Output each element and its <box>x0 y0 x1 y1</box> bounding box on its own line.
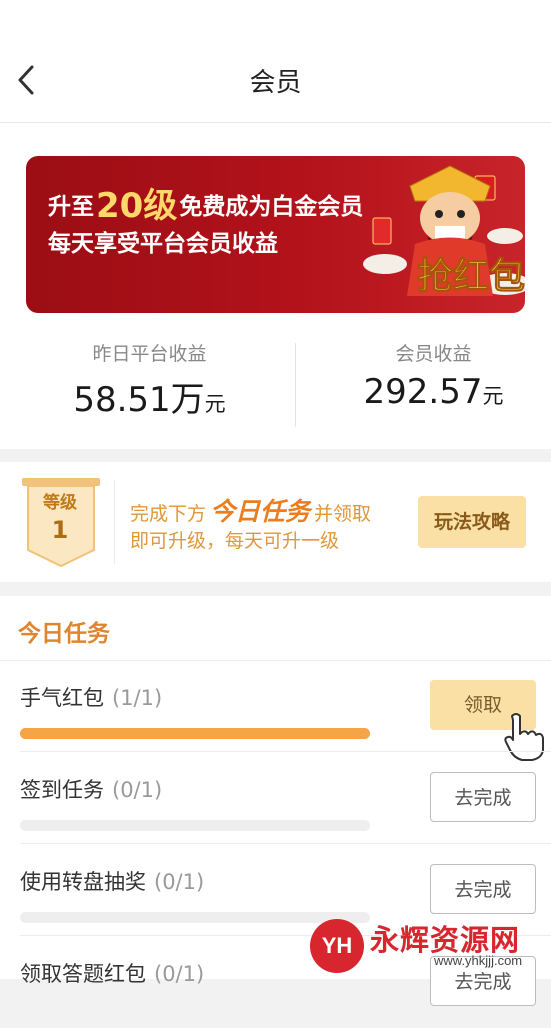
level-card: 等级 1 完成下方 今日任务 并领取 即可升级，每天可升一级 玩法攻略 <box>0 462 551 582</box>
task-count: (0/1) <box>154 870 205 894</box>
watermark-logo: YH <box>310 919 364 973</box>
member-earnings: 会员收益 292.57元 <box>296 339 551 412</box>
task-title: 领取答题红包 <box>20 962 146 986</box>
banner-line1: 升至20级免费成为白金会员 <box>48 178 363 227</box>
task-progress-bar <box>20 820 370 831</box>
task-title: 使用转盘抽奖 <box>20 870 146 894</box>
task-progress-bar <box>20 728 370 739</box>
level-number: 1 <box>51 516 69 544</box>
task-row: 手气红包 (1/1) 领取 <box>0 660 551 761</box>
level-desc-suffix: 并领取 <box>314 503 372 525</box>
member-earnings-value: 292.57元 <box>296 372 551 412</box>
page-title: 会员 <box>249 68 302 98</box>
task-count: (0/1) <box>154 962 205 986</box>
earnings-stats: 昨日平台收益 58.51万元 会员收益 292.57元 <box>0 339 551 439</box>
platform-earnings-value: 58.51万元 <box>12 372 287 421</box>
task-row: 签到任务 (0/1) 去完成 <box>0 752 551 844</box>
platform-earnings-label: 昨日平台收益 <box>92 343 207 365</box>
member-earnings-unit: 元 <box>482 384 504 408</box>
level-divider <box>114 480 115 564</box>
task-progress-fill <box>20 728 370 739</box>
task-count: (0/1) <box>112 778 163 802</box>
level-desc-prefix: 完成下方 <box>130 503 207 525</box>
level-desc-highlight: 今日任务 <box>210 497 311 526</box>
go-complete-button[interactable]: 去完成 <box>430 772 536 822</box>
god-of-wealth-illustration: 抢红包 <box>363 165 525 298</box>
task-title: 手气红包 <box>20 686 104 710</box>
member-earnings-amount: 292.57 <box>363 372 483 412</box>
banner-suffix: 免费成为白金会员 <box>179 194 364 220</box>
level-label: 等级 <box>43 493 77 513</box>
level-description: 完成下方 今日任务 并领取 即可升级，每天可升一级 <box>130 498 371 555</box>
banner-art-text: 抢红包 <box>417 255 525 297</box>
summary-card: 升至20级免费成为白金会员 每天享受平台会员收益 抢红包 昨日平台收益 58.5… <box>0 123 551 449</box>
header-bar: 会员 <box>0 0 551 123</box>
member-earnings-label: 会员收益 <box>395 343 472 365</box>
watermark-url: www.yhkjjj.com <box>434 953 523 968</box>
promo-banner[interactable]: 升至20级免费成为白金会员 每天享受平台会员收益 抢红包 <box>26 156 525 313</box>
platform-earnings: 昨日平台收益 58.51万元 <box>12 339 287 421</box>
tasks-title: 今日任务 <box>18 621 110 647</box>
banner-line2: 每天享受平台会员收益 <box>48 231 278 257</box>
level-desc-line2: 即可升级，每天可升一级 <box>130 530 340 552</box>
go-complete-button[interactable]: 去完成 <box>430 864 536 914</box>
guide-button[interactable]: 玩法攻略 <box>418 496 526 548</box>
task-name: 领取答题红包 (0/1) <box>20 958 204 988</box>
task-count: (1/1) <box>112 686 163 710</box>
task-title: 签到任务 <box>20 778 104 802</box>
task-name: 签到任务 (0/1) <box>20 774 162 804</box>
platform-earnings-amount: 58.51万 <box>73 380 205 420</box>
banner-level-highlight: 20级 <box>96 186 178 226</box>
site-watermark: YH 永辉资源网 www.yhkjjj.com <box>310 915 546 975</box>
platform-earnings-unit: 元 <box>204 392 226 416</box>
banner-prefix: 升至 <box>48 194 94 220</box>
task-name: 手气红包 (1/1) <box>20 682 162 712</box>
task-name: 使用转盘抽奖 (0/1) <box>20 866 204 896</box>
